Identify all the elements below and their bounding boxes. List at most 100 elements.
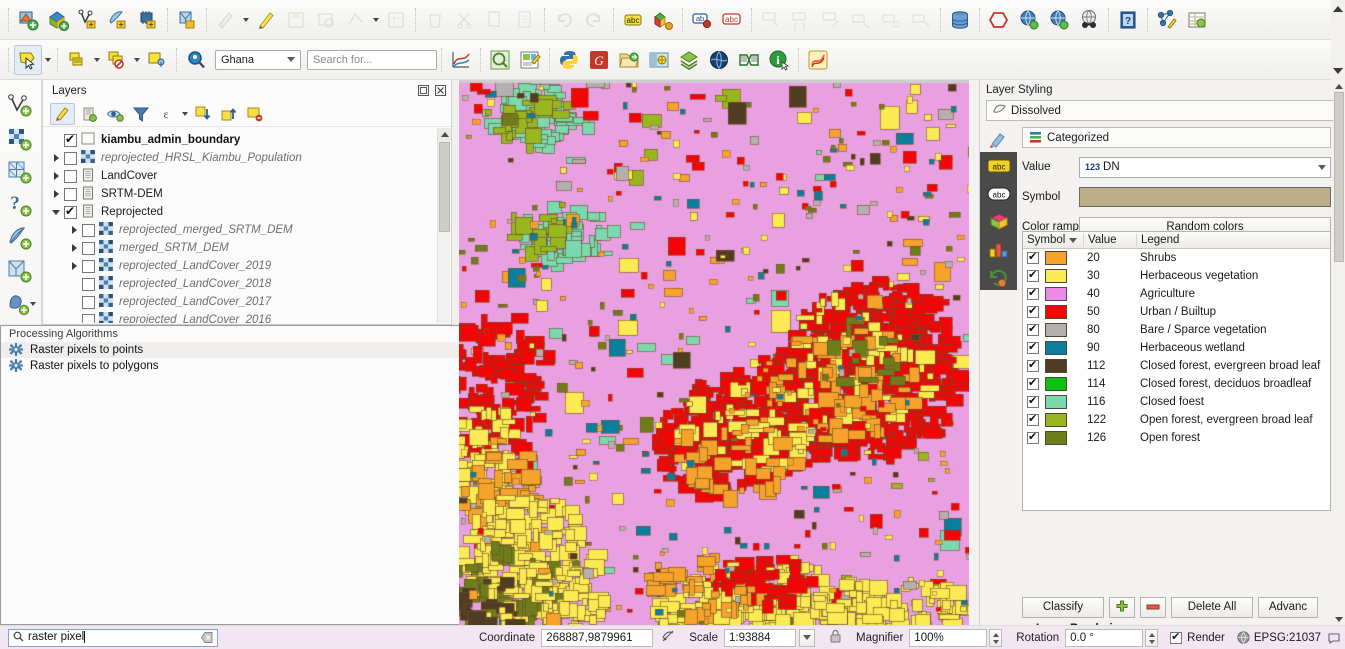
select-features-icon[interactable] — [14, 44, 42, 75]
toggle-extents-icon[interactable] — [661, 629, 675, 646]
scroll-up-icon[interactable] — [438, 128, 451, 141]
layer-visibility-checkbox[interactable] — [64, 132, 77, 147]
crs-status[interactable]: EPSG:21037 — [1237, 631, 1321, 644]
deselect-features-icon[interactable] — [103, 45, 131, 75]
category-row[interactable]: 126 Open forest — [1023, 429, 1330, 447]
category-symbol-cell[interactable] — [1023, 268, 1083, 283]
locator-search-input[interactable]: raster pixel — [8, 628, 218, 647]
categories-table-body[interactable]: 20 Shrubs 30 Herbaceous vegetation 40 Agricul… — [1023, 249, 1330, 447]
messages-icon[interactable] — [1327, 629, 1341, 647]
remove-layer-icon[interactable] — [242, 103, 267, 125]
add-vector-layer-icon[interactable] — [2, 91, 38, 121]
add-group-icon[interactable] — [76, 103, 101, 125]
category-checkbox[interactable] — [1027, 250, 1039, 264]
add-mesh-layer-icon[interactable] — [2, 157, 38, 187]
category-checkbox[interactable] — [1027, 430, 1039, 444]
add-raster-layer-icon[interactable] — [2, 124, 38, 154]
category-color-swatch[interactable] — [1045, 377, 1067, 391]
category-symbol-cell[interactable] — [1023, 430, 1083, 445]
web-browser-icon[interactable] — [1045, 5, 1073, 35]
category-color-swatch[interactable] — [1045, 431, 1067, 445]
category-color-swatch[interactable] — [1045, 305, 1067, 319]
add-wms-layer-icon[interactable] — [2, 289, 38, 319]
category-checkbox[interactable] — [1027, 322, 1039, 336]
lock-scale-icon[interactable] — [829, 629, 842, 646]
category-checkbox[interactable] — [1027, 376, 1039, 390]
magnifier-stepper[interactable] — [989, 628, 1003, 647]
map-composer-icon[interactable] — [516, 45, 544, 75]
coordinate-value[interactable]: 268887,9879961 — [541, 628, 654, 647]
column-header-legend[interactable]: Legend — [1136, 234, 1330, 246]
labels-tab[interactable]: abc — [980, 152, 1017, 180]
globe-plugin-icon[interactable] — [705, 45, 733, 75]
category-row[interactable]: 40 Agriculture — [1023, 285, 1330, 303]
category-symbol-cell[interactable] — [1023, 340, 1083, 355]
category-symbol-cell[interactable] — [1023, 412, 1083, 427]
open-project-icon[interactable] — [615, 45, 643, 75]
column-header-symbol[interactable]: Symbol — [1023, 234, 1083, 246]
chevron-down-icon[interactable] — [28, 289, 38, 319]
layer-tree[interactable]: kiambu_admin_boundary reprojected_HRSL_Ki… — [44, 128, 437, 323]
category-symbol-cell[interactable] — [1023, 376, 1083, 391]
scroll-up-icon[interactable] — [1333, 80, 1345, 92]
add-spatialite-layer-icon[interactable] — [2, 256, 38, 286]
scale-value[interactable]: 1:93884 — [723, 628, 796, 647]
category-row[interactable]: 30 Herbaceous vegetation — [1023, 267, 1330, 285]
manage-map-themes-icon[interactable] — [102, 103, 127, 125]
category-color-swatch[interactable] — [1045, 287, 1067, 301]
advanced-button[interactable]: Advanc — [1258, 596, 1318, 618]
scroll-down-icon[interactable] — [1333, 613, 1345, 625]
layer-visibility-checkbox[interactable] — [82, 295, 95, 309]
chevron-right-icon[interactable] — [66, 222, 82, 238]
category-row[interactable]: 122 Open forest, evergreen broad leaf — [1023, 411, 1330, 429]
zoom-to-selection-icon[interactable] — [182, 45, 210, 75]
layer-tree-item[interactable]: Reprojected — [44, 203, 437, 221]
layer-visibility-checkbox[interactable] — [64, 169, 77, 183]
zoom-last-icon[interactable] — [486, 45, 514, 75]
open-layer-styling-panel-icon[interactable] — [50, 102, 75, 125]
scroll-down-icon[interactable] — [1331, 62, 1345, 80]
category-checkbox[interactable] — [1027, 412, 1039, 426]
add-delimited-text-layer-icon[interactable]: ? — [2, 190, 38, 220]
diagrams-tab[interactable] — [980, 236, 1017, 264]
label-layer-icon[interactable]: abc — [619, 5, 647, 35]
layer-visibility-checkbox[interactable] — [82, 313, 95, 323]
statistical-summary-icon[interactable] — [447, 45, 475, 75]
filter-legend-by-expression-icon[interactable]: ε — [154, 103, 179, 125]
python-console-icon[interactable] — [555, 45, 583, 75]
symbology-tab[interactable] — [980, 127, 1017, 152]
chevron-down-icon[interactable] — [1314, 158, 1330, 177]
delete-all-button[interactable]: Delete All — [1171, 596, 1253, 618]
layer-tree-item[interactable]: reprojected_LandCover_2017 — [44, 293, 437, 311]
category-symbol-cell[interactable] — [1023, 304, 1083, 319]
help-icon[interactable]: ? — [1114, 5, 1142, 35]
select-by-expression-icon[interactable] — [63, 45, 91, 75]
map-render-surface[interactable] — [459, 80, 979, 625]
remove-class-icon[interactable] — [1140, 596, 1166, 618]
magnifier-value[interactable]: 100% — [909, 628, 988, 647]
masks-tab[interactable]: abc — [980, 180, 1017, 208]
layer-select-combo[interactable]: Dissolved — [986, 100, 1339, 121]
category-color-swatch[interactable] — [1045, 413, 1067, 427]
topology-checker-icon[interactable] — [985, 5, 1013, 35]
category-row[interactable]: 90 Herbaceous wetland — [1023, 339, 1330, 357]
category-color-swatch[interactable] — [1045, 323, 1067, 337]
category-symbol-cell[interactable] — [1023, 358, 1083, 373]
select-features-dropdown[interactable] — [43, 45, 53, 75]
float-icon[interactable] — [416, 84, 430, 98]
category-symbol-cell[interactable] — [1023, 286, 1083, 301]
category-checkbox[interactable] — [1027, 394, 1039, 408]
styling-dock-icon[interactable] — [649, 5, 677, 35]
new-spatialite-layer-icon[interactable] — [104, 5, 132, 35]
rotation-value[interactable]: 0.0 ° — [1065, 628, 1144, 647]
3d-view-tab[interactable] — [980, 208, 1017, 236]
layer-visibility-checkbox[interactable] — [82, 277, 95, 291]
clear-icon[interactable] — [200, 631, 214, 645]
globe-viewer-icon[interactable] — [1075, 5, 1103, 35]
category-color-swatch[interactable] — [1045, 341, 1067, 355]
new-memory-layer-icon[interactable] — [134, 5, 162, 35]
layer-tree-item[interactable]: reprojected_merged_SRTM_DEM — [44, 221, 437, 239]
categories-table[interactable]: Symbol Value Legend 20 Shrubs 30 Herbaceous… — [1022, 231, 1331, 511]
layer-visibility-checkbox[interactable] — [82, 223, 95, 237]
new-vector-layer-icon[interactable] — [14, 5, 42, 35]
